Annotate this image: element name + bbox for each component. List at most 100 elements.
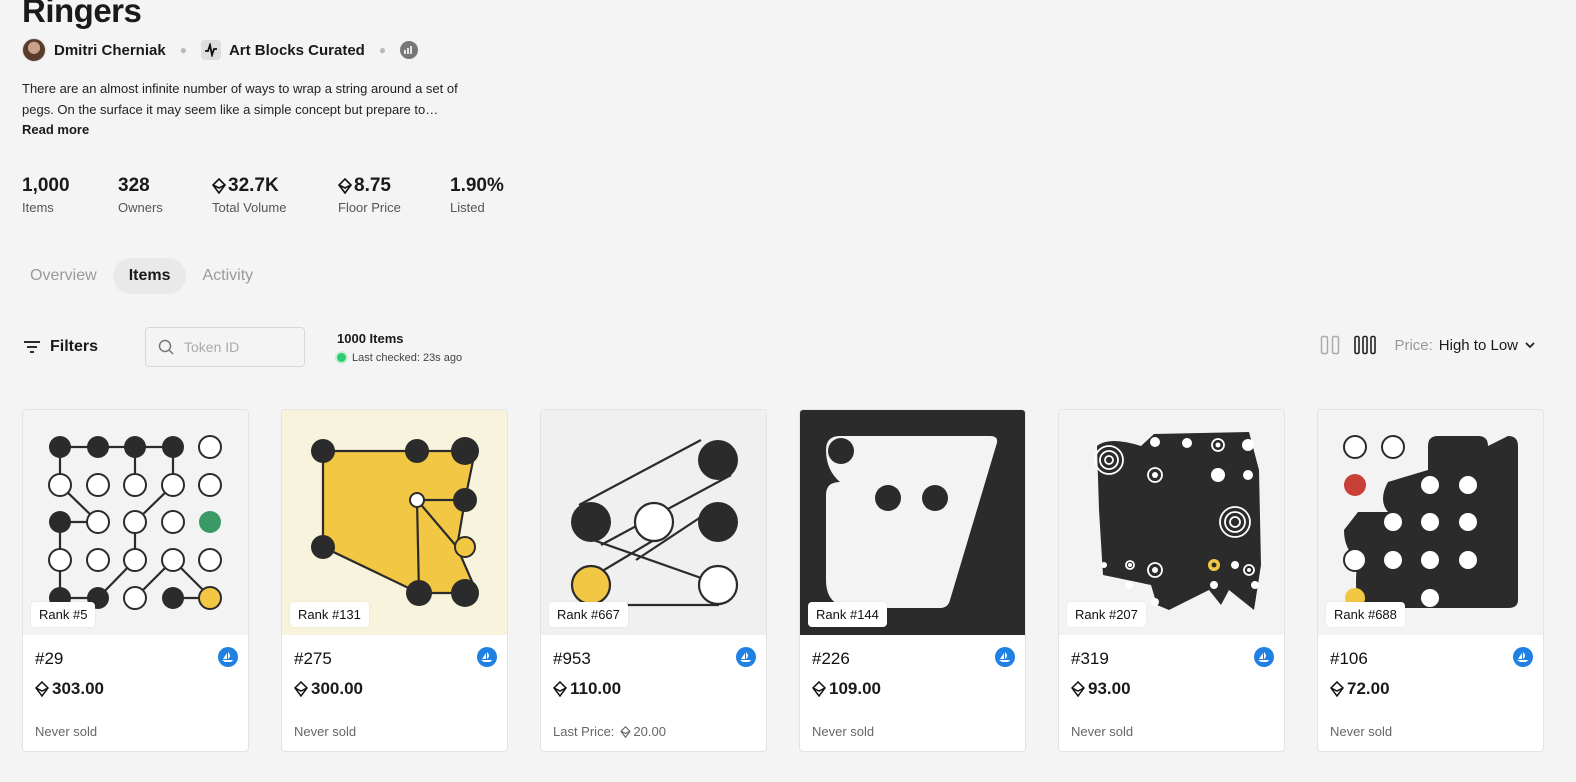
item-artwork: Rank #688	[1318, 410, 1543, 635]
stats-chart-icon[interactable]	[400, 41, 419, 59]
eth-icon	[338, 178, 352, 194]
token-number: #319	[1071, 649, 1109, 668]
sale-history-text: Never sold	[1330, 724, 1393, 739]
rank-badge: Rank #131	[290, 602, 369, 627]
token-number: #226	[812, 649, 850, 668]
token-number: #106	[1330, 649, 1368, 668]
stat-value: 328	[118, 174, 212, 198]
last-price-value: 20.00	[633, 724, 666, 739]
eth-icon	[812, 681, 826, 697]
item-card[interactable]: Rank #131 #275 300.00 Never sold	[281, 409, 508, 752]
sale-history-text: Never sold	[294, 724, 357, 739]
view-controls: Price: High to Low	[1320, 335, 1536, 355]
tab-activity[interactable]: Activity	[186, 258, 269, 294]
stat-listed: 1.90% Listed	[450, 174, 520, 215]
collection-meta: Dmitri Cherniak ● Art Blocks Curated ●	[22, 38, 419, 62]
item-price: 72.00	[1330, 679, 1531, 699]
tab-bar: Overview Items Activity	[14, 258, 269, 294]
sort-label: Price:	[1394, 336, 1433, 354]
sale-history-text: Never sold	[1071, 724, 1134, 739]
price-value: 72.00	[1347, 679, 1390, 698]
token-id-input[interactable]	[184, 339, 295, 355]
tab-overview[interactable]: Overview	[14, 258, 113, 294]
item-price: 300.00	[294, 679, 495, 699]
separator-dot: ●	[378, 43, 387, 57]
opensea-icon[interactable]	[736, 647, 756, 667]
items-count: 1000 Items	[337, 330, 404, 346]
token-number: #29	[35, 649, 64, 668]
price-value: 109.00	[829, 679, 881, 698]
stat-label: Total Volume	[212, 200, 287, 215]
search-icon	[158, 339, 174, 355]
item-card[interactable]: Rank #688 #106 72.00 Never sold	[1317, 409, 1544, 752]
last-checked-status: Last checked: 23s ago	[337, 352, 462, 364]
item-artwork: Rank #207	[1059, 410, 1284, 635]
filter-icon	[24, 341, 40, 353]
stat-label: Listed	[450, 200, 485, 215]
artist-avatar[interactable]	[22, 38, 46, 62]
small-grid-view-icon[interactable]	[1354, 335, 1377, 355]
sale-history: Never sold	[1330, 724, 1392, 739]
stat-value: 8.75	[338, 174, 450, 198]
last-checked-text: Last checked: 23s ago	[352, 351, 463, 364]
item-card[interactable]: Rank #5 #29 303.00 Never sold	[22, 409, 249, 752]
item-artwork: Rank #5	[23, 410, 248, 635]
price-value: 110.00	[570, 679, 622, 698]
eth-icon	[1071, 681, 1085, 697]
item-card[interactable]: Rank #144 #226 109.00 Never sold	[799, 409, 1026, 752]
items-toolbar: Filters 1000 Items Last checked: 23s ago	[24, 327, 462, 367]
item-artwork: Rank #144	[800, 410, 1025, 635]
stat-value-text: 8.75	[354, 175, 391, 196]
art-blocks-logo-icon	[200, 40, 221, 60]
price-value: 303.00	[52, 679, 104, 698]
rank-badge: Rank #144	[808, 602, 887, 627]
filters-label: Filters	[50, 338, 99, 355]
filters-button[interactable]: Filters	[24, 327, 98, 367]
tab-items[interactable]: Items	[112, 258, 187, 294]
opensea-icon[interactable]	[995, 647, 1015, 667]
stat-value: 1,000	[22, 174, 118, 198]
eth-icon	[35, 681, 49, 697]
item-price: 303.00	[35, 679, 236, 699]
rank-badge: Rank #667	[549, 602, 628, 627]
opensea-icon[interactable]	[1254, 647, 1274, 667]
item-card[interactable]: Rank #667 #953 110.00 Last Price: 20.00	[540, 409, 767, 752]
sale-history: Never sold	[294, 724, 356, 739]
opensea-icon[interactable]	[218, 647, 238, 667]
item-card[interactable]: Rank #207 #319 93.00 Never sold	[1058, 409, 1285, 752]
eth-icon	[1330, 681, 1344, 697]
token-search[interactable]	[145, 327, 306, 367]
stat-value-text: 1.90%	[450, 175, 504, 196]
token-number: #953	[553, 649, 591, 668]
opensea-icon[interactable]	[1513, 647, 1533, 667]
token-number: #275	[294, 649, 332, 668]
stat-value-text: 328	[118, 175, 150, 196]
opensea-icon[interactable]	[477, 647, 497, 667]
stat-value-text: 1,000	[22, 175, 70, 196]
platform-name[interactable]: Art Blocks Curated	[229, 42, 365, 59]
stat-floor-price: 8.75 Floor Price	[338, 174, 450, 215]
read-more-link[interactable]: Read more	[22, 122, 89, 137]
price-value: 93.00	[1088, 679, 1131, 698]
items-grid: Rank #5 #29 303.00 Never sold Rank #131	[22, 409, 1544, 752]
stat-value: 1.90%	[450, 174, 520, 198]
rank-badge: Rank #688	[1326, 602, 1405, 627]
price-value: 300.00	[311, 679, 363, 698]
sale-history: Never sold	[1071, 724, 1133, 739]
sort-dropdown[interactable]: Price: High to Low	[1394, 337, 1536, 354]
sale-history-text: Never sold	[35, 724, 98, 739]
stat-value-text: 32.7K	[228, 175, 279, 196]
item-price: 93.00	[1071, 679, 1272, 699]
separator-dot: ●	[179, 43, 187, 57]
stat-value: 32.7K	[212, 174, 338, 198]
status-dot-icon	[337, 353, 347, 362]
collection-description: There are an almost infinite number of w…	[22, 81, 458, 117]
artist-name[interactable]: Dmitri Cherniak	[54, 42, 166, 59]
stat-label: Owners	[118, 200, 163, 215]
rank-badge: Rank #5	[31, 602, 96, 627]
eth-icon	[212, 178, 226, 194]
large-grid-view-icon[interactable]	[1320, 335, 1340, 355]
chevron-down-icon	[1525, 342, 1535, 349]
eth-icon	[620, 725, 632, 738]
sale-history-text: Never sold	[812, 724, 875, 739]
